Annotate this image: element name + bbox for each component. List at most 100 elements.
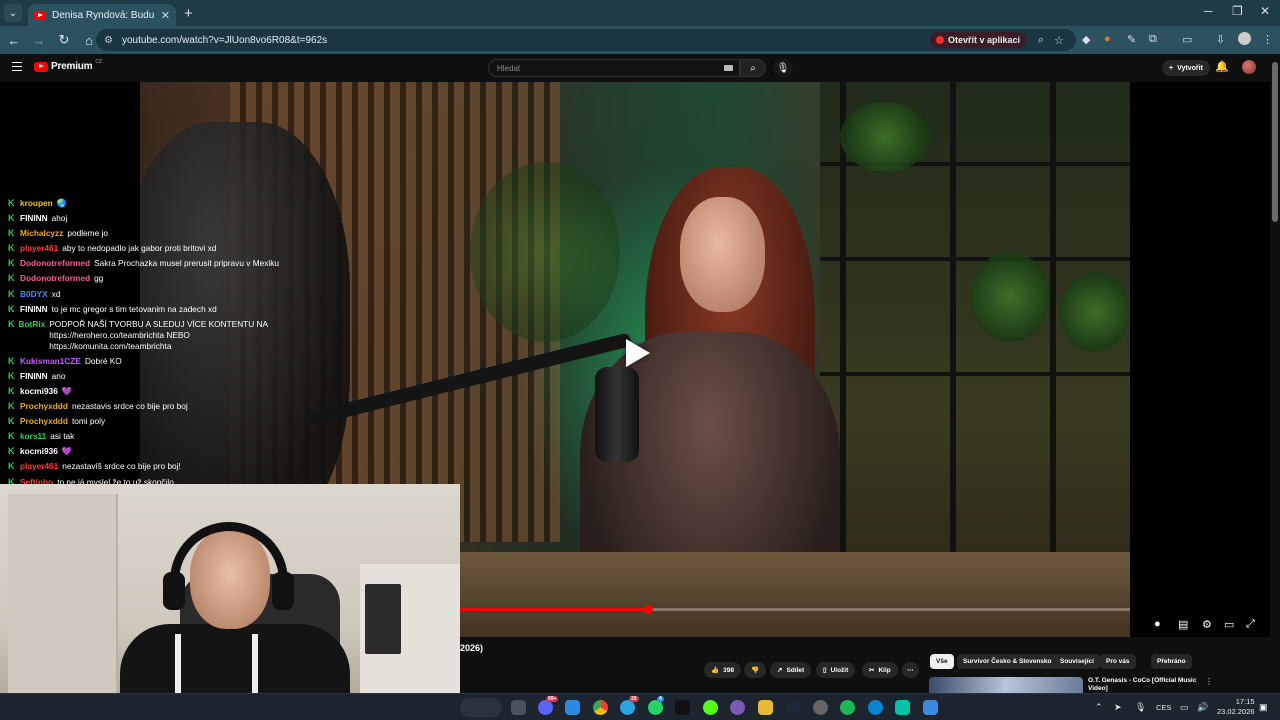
more-actions-button[interactable]: ⋯ [902,662,919,678]
share-button[interactable]: ↗ Sdílet [770,662,812,678]
chat-username[interactable]: kocmi936 [20,384,58,399]
chat-username[interactable]: Prochyxddd [20,414,68,429]
browser-menu-icon[interactable]: ⋮ [1262,33,1273,46]
whatsapp-icon[interactable] [648,700,663,715]
search-input[interactable]: Hledat [488,59,740,77]
tray-overflow-icon[interactable]: ⌃ [1095,702,1103,713]
dislike-button[interactable]: 👎 [744,662,767,678]
language-indicator[interactable]: CES [1156,703,1171,712]
edge-icon[interactable] [868,700,883,715]
system-clock[interactable]: 17:15 23.02.2026 [1217,697,1255,717]
filter-chip[interactable]: Související [1054,654,1100,669]
reload-icon[interactable]: ↻ [53,32,75,48]
filter-chip[interactable]: Survivor Česko & Slovensko [957,654,1058,669]
steam-icon[interactable] [785,700,800,715]
tab-close-icon[interactable]: ✕ [161,9,170,22]
site-info-icon[interactable]: ⚙ [104,35,116,46]
chat-username[interactable]: player461 [20,241,58,256]
extension-fox-icon[interactable]: ● [1104,33,1111,45]
app-blue-icon[interactable] [565,700,580,715]
chat-username[interactable]: kors11 [20,429,46,444]
notifications-icon[interactable]: ▣ [1259,702,1268,713]
autoplay-toggle-icon[interactable]: ● [1154,618,1161,630]
profile-avatar-icon[interactable] [1238,32,1251,45]
zoom-search-icon[interactable]: ⌕ [1038,34,1044,47]
recommended-thumbnail[interactable] [929,677,1083,693]
extension-pen-icon[interactable]: ✎ [1127,33,1136,46]
filter-chip[interactable]: Přehráno [1151,654,1192,669]
extensions-puzzle-icon[interactable]: ⧉ [1149,33,1157,46]
theater-mode-icon[interactable]: ▭ [1224,618,1234,631]
app-purple-icon[interactable] [730,700,745,715]
tray-mic-icon[interactable]: 🎙 [1135,702,1146,713]
create-button[interactable]: + Vytvořit [1162,60,1210,76]
chat-username[interactable]: Kukisman1CZE [20,354,81,369]
subtitles-icon[interactable]: ▤ [1178,618,1188,631]
downloads-icon[interactable]: ⇩ [1216,33,1225,46]
app-teal-icon[interactable] [895,700,910,715]
chat-username[interactable]: B0DYX [20,287,48,302]
like-button[interactable]: 👍 398 [704,662,741,678]
settings-app-icon[interactable] [813,700,828,715]
new-tab-button[interactable]: + [184,5,193,22]
youtube-logo[interactable]: Premium CZ [34,59,102,72]
chat-username[interactable]: player461 [20,459,58,474]
open-in-app-button[interactable]: Otevřít v aplikaci [929,32,1026,48]
recommended-menu-icon[interactable]: ⋮ [1205,677,1213,686]
extension-shield-icon[interactable]: ◆ [1082,33,1090,46]
bookmark-star-icon[interactable]: ☆ [1054,34,1064,47]
clip-button[interactable]: ✂ Klip [862,662,898,678]
discord-icon[interactable] [538,700,553,715]
chat-username[interactable]: FININN [20,302,48,317]
task-view-icon[interactable] [511,700,526,715]
minimize-icon[interactable]: ─ [1204,4,1213,18]
play-icon[interactable] [614,331,658,375]
chat-username[interactable]: Michalcyzz [20,226,63,241]
app-snip-icon[interactable] [923,700,938,715]
menu-icon[interactable] [12,62,22,71]
tray-telegram-icon[interactable]: ➤ [1114,702,1122,713]
volume-icon[interactable]: 🔊 [1197,702,1208,713]
spotify-icon[interactable] [840,700,855,715]
chat-username[interactable]: Dodonotreformed [20,271,90,286]
x-app-icon[interactable] [675,700,690,715]
address-bar[interactable]: ⚙ youtube.com/watch?v=JlUon8vo6R08&t=962… [96,29,1076,51]
tab-list-button[interactable]: ⌄ [4,4,22,22]
filter-chip[interactable]: Pro vás [1100,654,1136,669]
voice-search-button[interactable]: 🎙 [773,59,793,77]
search-button[interactable]: ⌕ [740,59,766,77]
notifications-bell-icon[interactable]: 🔔 [1215,60,1229,73]
keyboard-icon[interactable] [724,65,733,71]
scrollbar-thumb[interactable] [1272,62,1278,222]
clip-label: Klip [878,666,891,674]
sidebar-toggle-icon[interactable]: ▭ [1182,33,1192,46]
chat-username[interactable]: FININN [20,211,48,226]
forward-icon[interactable]: → [28,33,50,48]
recommended-title[interactable]: O.T. Genasis - CoCo [Official Music Vide… [1088,677,1208,693]
browser-tab-active[interactable]: Denisa Ryndová: Budu muset u ✕ [28,4,176,26]
chat-username[interactable]: FININN [20,369,48,384]
file-explorer-icon[interactable] [758,700,773,715]
taskbar-search[interactable] [460,698,502,717]
save-button[interactable]: ▯ Uložit [816,662,856,678]
kick-badge-icon: K [8,228,15,239]
maximize-icon[interactable]: ❐ [1232,4,1243,18]
page-scrollbar[interactable] [1270,54,1280,693]
avatar[interactable] [1242,60,1256,74]
settings-gear-icon[interactable]: ⚙ [1202,618,1212,631]
filter-chip[interactable]: Vše [930,654,954,669]
chrome-icon[interactable] [593,700,608,715]
window-close-icon[interactable]: ✕ [1260,4,1270,18]
progress-scrubber[interactable] [643,605,653,614]
chat-username[interactable]: kroupen [20,196,53,211]
back-icon[interactable]: ← [3,33,25,48]
fullscreen-icon[interactable]: ⤢ [1246,618,1255,631]
telegram-icon[interactable] [620,700,635,715]
chat-username[interactable]: kocmi936 [20,444,58,459]
chat-username[interactable]: Prochyxddd [20,399,68,414]
network-icon[interactable]: ▭ [1180,702,1189,713]
kick-icon[interactable] [703,700,718,715]
chat-username[interactable]: BotRix [19,319,46,330]
progress-bar[interactable] [460,605,1130,614]
chat-username[interactable]: Dodonotreformed [20,256,90,271]
